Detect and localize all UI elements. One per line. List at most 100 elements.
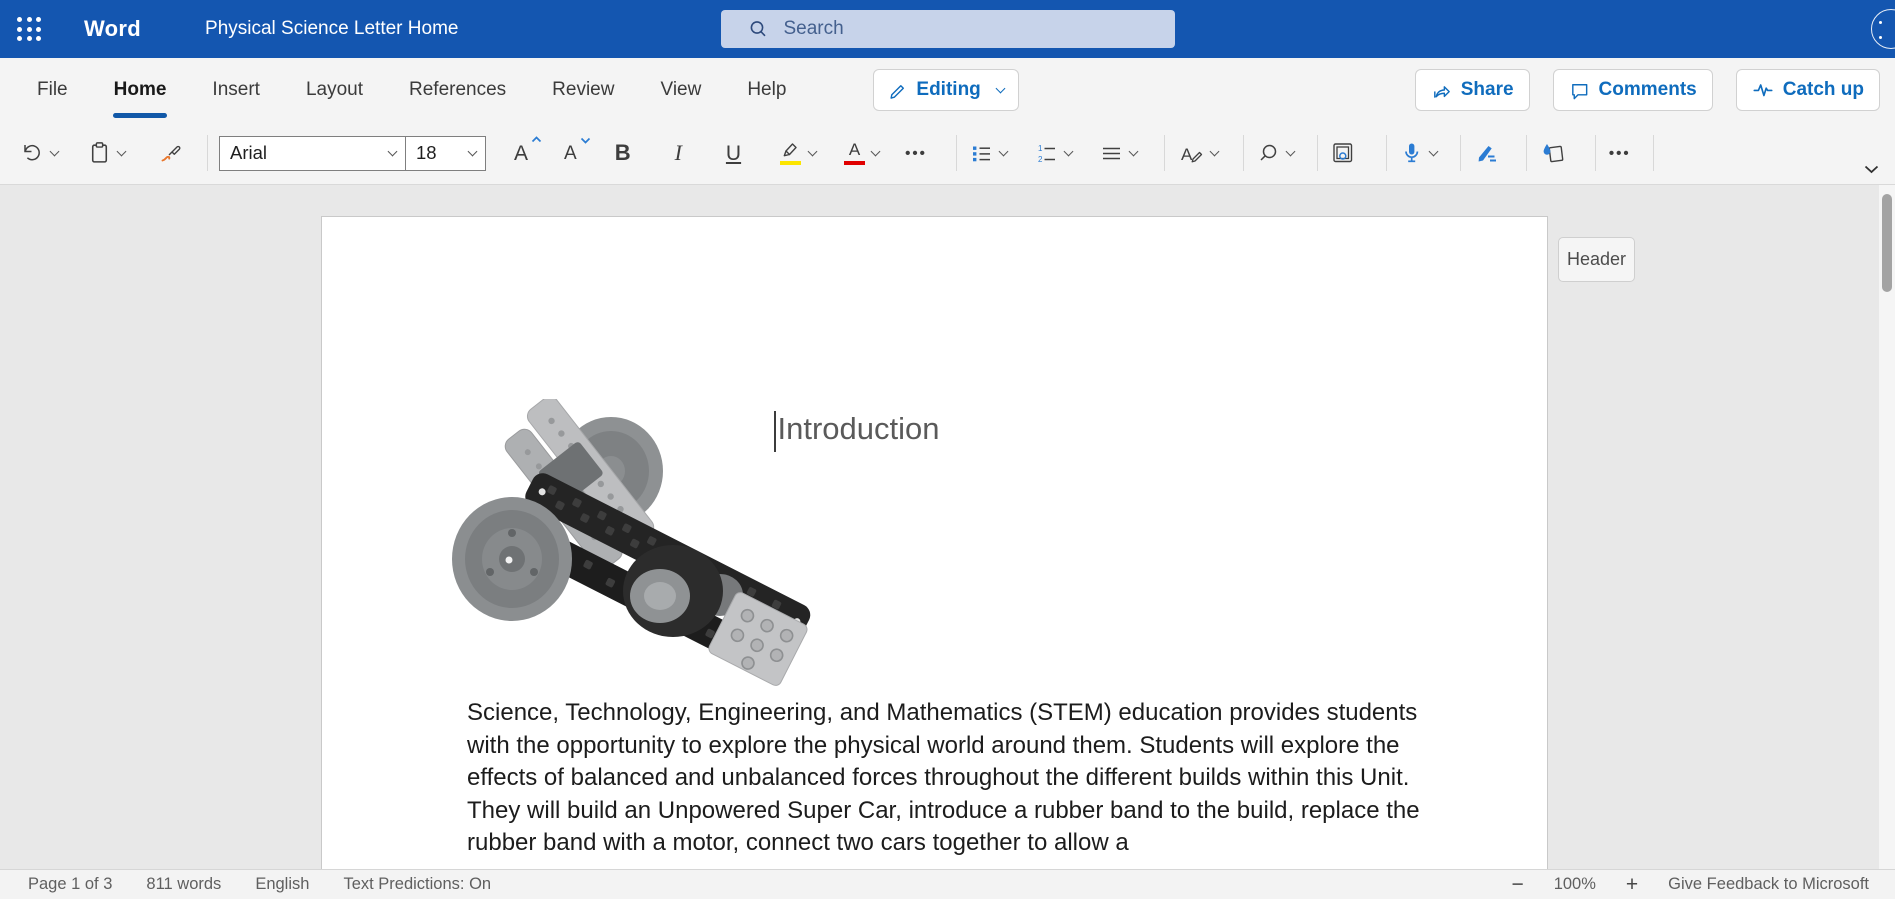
italic-button[interactable]: I (673, 138, 684, 168)
divider (1653, 135, 1654, 171)
divider (1526, 135, 1527, 171)
text-highlight-button[interactable] (777, 137, 818, 170)
status-bar: Page 1 of 3 811 words English Text Predi… (0, 869, 1895, 899)
ink-editor-button[interactable] (1538, 137, 1568, 169)
search-placeholder: Search (784, 18, 844, 40)
caret-up-icon (531, 136, 542, 143)
alignment-button[interactable] (1098, 138, 1139, 169)
text-cursor (774, 411, 776, 452)
bullets-button[interactable] (968, 138, 1009, 169)
page-indicator[interactable]: Page 1 of 3 (28, 875, 112, 894)
comments-button[interactable]: Comments (1553, 69, 1713, 111)
share-icon (1431, 80, 1452, 101)
font-color-button[interactable]: A (842, 137, 881, 170)
tab-layout[interactable]: Layout (283, 58, 386, 122)
tab-insert[interactable]: Insert (189, 58, 283, 122)
bulleted-list-icon (970, 142, 993, 165)
svg-text:1: 1 (1038, 144, 1043, 153)
language-indicator[interactable]: English (255, 875, 309, 894)
top-actions: Share Comments Catch up (1415, 69, 1880, 111)
divider (207, 135, 208, 171)
app-launcher-icon[interactable] (0, 0, 58, 58)
search-input[interactable]: Search (721, 10, 1175, 48)
editing-mode-dropdown[interactable]: Editing (873, 69, 1018, 111)
reading-view-icon (1331, 141, 1355, 165)
home-ribbon-toolbar: Arial 18 A A B I U (0, 122, 1895, 185)
document-heading[interactable]: Introduction (774, 411, 940, 452)
grow-font-button[interactable]: A (512, 139, 530, 168)
ink-drop-page-icon (1540, 141, 1566, 165)
ribbon-tab-row: File Home Insert Layout References Revie… (0, 58, 1895, 122)
search-icon (748, 19, 768, 39)
text-predictions-toggle[interactable]: Text Predictions: On (343, 875, 491, 894)
scrollbar-thumb[interactable] (1882, 194, 1892, 292)
zoom-in-button[interactable]: + (1626, 874, 1638, 895)
styles-button[interactable]: A (1176, 138, 1220, 169)
editor-button[interactable] (1472, 137, 1501, 169)
underline-button[interactable]: U (724, 139, 743, 168)
document-title[interactable]: Physical Science Letter Home (205, 18, 458, 40)
chevron-down-icon (1428, 146, 1438, 156)
caret-down-icon (580, 137, 591, 144)
zoom-out-button[interactable]: − (1511, 874, 1523, 895)
chevron-down-icon (871, 146, 881, 156)
find-button[interactable] (1255, 138, 1296, 169)
chevron-down-icon (995, 83, 1005, 93)
divider (1317, 135, 1318, 171)
svg-text:2: 2 (1038, 155, 1043, 164)
word-brand: Word (84, 16, 141, 42)
numbering-button[interactable]: 1 2 (1033, 138, 1074, 169)
vertical-scrollbar[interactable] (1879, 185, 1895, 869)
highlighter-icon (779, 141, 802, 158)
chevron-down-icon (998, 146, 1008, 156)
font-color-bar (844, 161, 865, 166)
undo-icon (20, 141, 44, 165)
divider (1386, 135, 1387, 171)
divider (1595, 135, 1596, 171)
document-page[interactable]: Introduction Science, Technology, Engine… (321, 216, 1548, 869)
reading-view-button[interactable] (1329, 137, 1357, 169)
chevron-down-icon (808, 146, 818, 156)
chevron-down-icon (1209, 146, 1219, 156)
catch-up-button[interactable]: Catch up (1736, 69, 1880, 111)
pencil-icon (888, 81, 907, 100)
format-painter-icon (159, 141, 184, 165)
chevron-down-icon (1063, 146, 1073, 156)
numbered-list-icon: 1 2 (1035, 142, 1058, 165)
tab-file[interactable]: File (14, 58, 91, 122)
paste-button[interactable] (86, 137, 127, 169)
tab-help[interactable]: Help (724, 58, 809, 122)
highlight-color-bar (780, 161, 801, 166)
editor-pen-icon (1474, 141, 1499, 165)
tab-home[interactable]: Home (91, 58, 190, 122)
collapse-ribbon-button[interactable] (1864, 165, 1879, 174)
format-painter-button[interactable] (157, 137, 186, 169)
clipboard-icon (88, 141, 111, 165)
chevron-down-icon (117, 146, 127, 156)
account-avatar[interactable] (1871, 9, 1895, 49)
header-button[interactable]: Header (1558, 237, 1635, 282)
ribbon-more-options-button[interactable]: ••• (1607, 141, 1633, 166)
document-canvas: Introduction Science, Technology, Engine… (0, 185, 1895, 869)
dictate-button[interactable] (1398, 137, 1439, 169)
zoom-level[interactable]: 100% (1554, 875, 1596, 894)
document-paragraph[interactable]: Science, Technology, Engineering, and Ma… (467, 697, 1455, 860)
tab-references[interactable]: References (386, 58, 529, 122)
waffle-grid (17, 17, 41, 41)
shrink-font-button[interactable]: A (562, 140, 579, 167)
align-text-icon (1100, 142, 1123, 165)
feedback-link[interactable]: Give Feedback to Microsoft (1668, 875, 1869, 894)
bold-button[interactable]: B (613, 138, 633, 168)
tab-view[interactable]: View (637, 58, 724, 122)
font-size-select[interactable]: 18 (406, 136, 486, 171)
tab-review[interactable]: Review (529, 58, 637, 122)
top-bar: Word Physical Science Letter Home Search (0, 0, 1895, 58)
undo-button[interactable] (18, 137, 60, 169)
more-font-options-button[interactable]: ••• (903, 141, 929, 166)
styles-icon: A (1178, 142, 1204, 165)
microphone-icon (1400, 141, 1423, 165)
word-count[interactable]: 811 words (146, 875, 221, 894)
share-button[interactable]: Share (1415, 69, 1530, 111)
find-icon (1257, 142, 1280, 165)
font-name-select[interactable]: Arial (219, 136, 406, 171)
